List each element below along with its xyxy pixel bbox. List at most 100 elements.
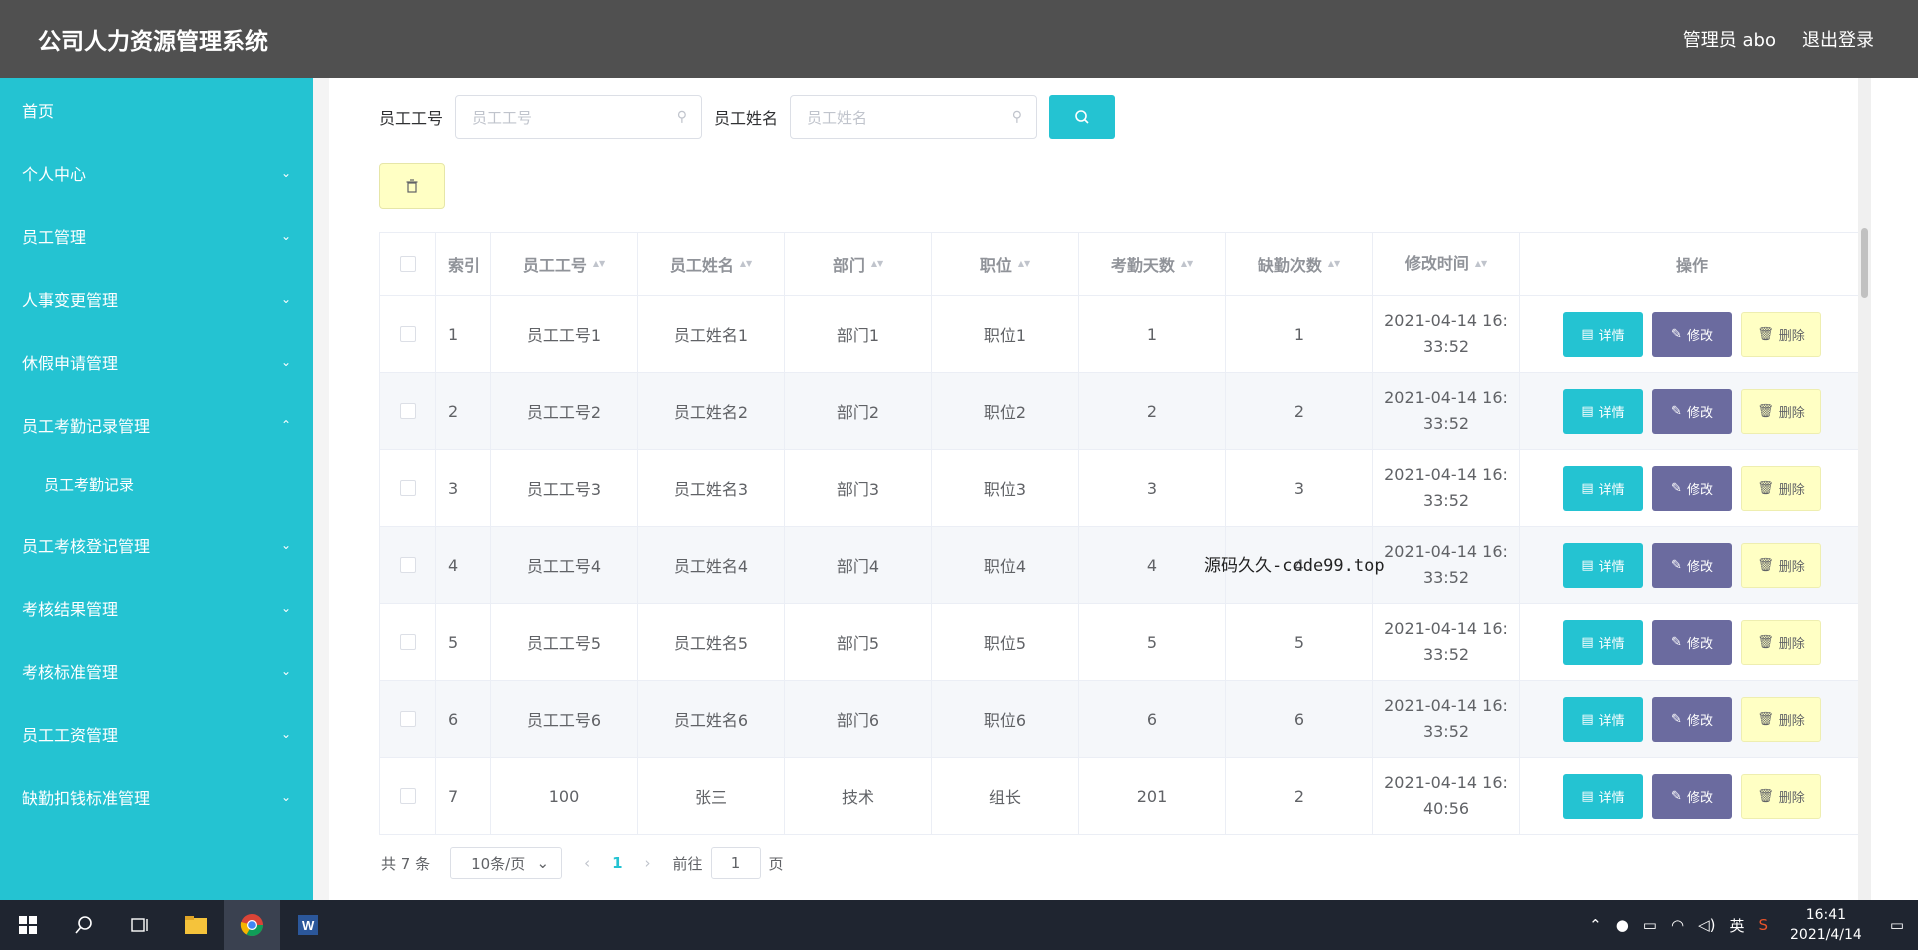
pencil-icon: ✎ <box>1671 557 1682 573</box>
detail-button[interactable]: ▤ 详情 <box>1563 773 1643 819</box>
sidebar-item-assessment-results[interactable]: 考核结果管理 ⌄ <box>0 576 313 639</box>
row-checkbox[interactable] <box>399 634 416 650</box>
pencil-icon: ✎ <box>1671 480 1682 496</box>
header-employee-name[interactable]: 员工姓名 ▲▼ <box>638 233 785 295</box>
sidebar-item-personnel-change[interactable]: 人事变更管理 ⌄ <box>0 267 313 330</box>
chevron-up-icon[interactable]: ⌃ <box>1589 916 1602 934</box>
sidebar-item-absence-deduction[interactable]: 缺勤扣钱标准管理 ⌄ <box>0 765 313 828</box>
edit-button[interactable]: ✎ 修改 <box>1652 311 1732 357</box>
row-checkbox[interactable] <box>399 480 416 496</box>
cell-position: 职位1 <box>932 296 1079 372</box>
scrollbar-thumb[interactable] <box>1861 228 1868 298</box>
next-page-icon[interactable]: › <box>645 854 651 872</box>
sidebar-item-personal-center[interactable]: 个人中心 ⌄ <box>0 141 313 204</box>
logout-link[interactable]: 退出登录 <box>1802 26 1874 52</box>
select-all-checkbox[interactable] <box>399 256 416 272</box>
volume-icon[interactable]: ◁) <box>1698 916 1715 934</box>
admin-user[interactable]: 管理员 abo <box>1683 26 1776 52</box>
sidebar-item-attendance-record[interactable]: 员工考勤记录 <box>0 456 313 513</box>
delete-button[interactable]: 🗑 删除 <box>1741 465 1821 511</box>
pencil-icon: ✎ <box>1671 326 1682 342</box>
sidebar-item-leave-application[interactable]: 休假申请管理 ⌄ <box>0 330 313 393</box>
detail-button[interactable]: ▤ 详情 <box>1563 311 1643 357</box>
detail-button[interactable]: ▤ 详情 <box>1563 619 1643 665</box>
sidebar-item-employee-management[interactable]: 员工管理 ⌄ <box>0 204 313 267</box>
page-size-select[interactable]: 10条/页 ⌄ <box>450 847 563 879</box>
file-explorer-icon[interactable] <box>168 900 224 950</box>
delete-button[interactable]: 🗑 删除 <box>1741 619 1821 665</box>
chevron-down-icon: ⌄ <box>280 726 291 741</box>
sort-icon[interactable]: ▲▼ <box>1018 260 1030 268</box>
employee-id-input[interactable]: 员工工号 ⚲ <box>455 95 703 139</box>
header-employee-id[interactable]: 员工工号 ▲▼ <box>491 233 638 295</box>
header-absence-count[interactable]: 缺勤次数 ▲▼ <box>1226 233 1373 295</box>
delete-button[interactable]: 🗑 删除 <box>1741 388 1821 434</box>
chevron-down-icon: ⌄ <box>280 165 291 180</box>
sidebar-item-attendance-management[interactable]: 员工考勤记录管理 ⌃ <box>0 393 313 456</box>
employee-name-label: 员工姓名 <box>714 109 779 128</box>
cell-actions: ▤ 详情 ✎ 修改 🗑 删除 <box>1520 604 1864 680</box>
delete-button[interactable]: 🗑 删除 <box>1741 311 1821 357</box>
edit-button[interactable]: ✎ 修改 <box>1652 696 1732 742</box>
battery-icon[interactable]: ▭ <box>1643 916 1657 934</box>
sort-icon[interactable]: ▲▼ <box>1475 260 1487 268</box>
detail-button[interactable]: ▤ 详情 <box>1563 696 1643 742</box>
row-checkbox[interactable] <box>399 326 416 342</box>
search-icon[interactable] <box>56 900 112 950</box>
prev-page-icon[interactable]: ‹ <box>584 854 590 872</box>
cell-department: 部门3 <box>785 450 932 526</box>
vertical-scrollbar[interactable] <box>1858 78 1871 900</box>
edit-button[interactable]: ✎ 修改 <box>1652 465 1732 511</box>
qq-icon[interactable]: ● <box>1616 916 1629 934</box>
wifi-icon[interactable]: ◠ <box>1671 916 1684 934</box>
header-position[interactable]: 职位 ▲▼ <box>932 233 1079 295</box>
cell-department: 部门4 <box>785 527 932 603</box>
sidebar-item-assessment-registration[interactable]: 员工考核登记管理 ⌄ <box>0 513 313 576</box>
row-checkbox[interactable] <box>399 557 416 573</box>
pencil-icon: ✎ <box>1671 403 1682 419</box>
goto-page-input[interactable]: 1 <box>710 847 761 879</box>
sort-icon[interactable]: ▲▼ <box>1328 260 1340 268</box>
batch-delete-button[interactable] <box>379 163 445 209</box>
edit-button[interactable]: ✎ 修改 <box>1652 619 1732 665</box>
employee-name-input[interactable]: 员工姓名 ⚲ <box>790 95 1038 139</box>
header-department[interactable]: 部门 ▲▼ <box>785 233 932 295</box>
sidebar-item-salary-management[interactable]: 员工工资管理 ⌄ <box>0 702 313 765</box>
page-number-current[interactable]: 1 <box>612 854 622 872</box>
header-modified-time[interactable]: 修改时间 ▲▼ <box>1373 233 1520 295</box>
sort-icon[interactable]: ▲▼ <box>871 260 883 268</box>
task-view-icon[interactable] <box>112 900 168 950</box>
edit-button[interactable]: ✎ 修改 <box>1652 388 1732 434</box>
table-row: 3 员工工号3 员工姓名3 部门3 职位3 3 3 2021-04-14 16: 33:52 ▤ 详… <box>380 449 1864 526</box>
cell-attendance-days: 5 <box>1079 604 1226 680</box>
edit-button[interactable]: ✎ 修改 <box>1652 773 1732 819</box>
detail-button[interactable]: ▤ 详情 <box>1563 542 1643 588</box>
windows-start-icon[interactable] <box>0 900 56 950</box>
header-attendance-days[interactable]: 考勤天数 ▲▼ <box>1079 233 1226 295</box>
sidebar-item-assessment-standards[interactable]: 考核标准管理 ⌄ <box>0 639 313 702</box>
notification-icon[interactable]: ▭ <box>1890 916 1904 934</box>
detail-button[interactable]: ▤ 详情 <box>1563 388 1643 434</box>
sort-icon[interactable]: ▲▼ <box>593 260 605 268</box>
ime-indicator[interactable]: 英 <box>1729 915 1744 936</box>
cell-position: 职位3 <box>932 450 1079 526</box>
sidebar-item-home[interactable]: 首页 <box>0 78 313 141</box>
cell-attendance-days: 3 <box>1079 450 1226 526</box>
clock[interactable]: 16:41 2021/4/14 <box>1790 905 1862 945</box>
detail-button[interactable]: ▤ 详情 <box>1563 465 1643 511</box>
row-checkbox[interactable] <box>399 711 416 727</box>
app-tray-icon[interactable]: S <box>1758 916 1768 934</box>
delete-button[interactable]: 🗑 删除 <box>1741 542 1821 588</box>
delete-button[interactable]: 🗑 删除 <box>1741 773 1821 819</box>
chrome-icon[interactable] <box>224 900 280 950</box>
row-checkbox[interactable] <box>399 403 416 419</box>
cell-position: 职位4 <box>932 527 1079 603</box>
row-checkbox[interactable] <box>399 788 416 804</box>
system-tray: ⌃ ● ▭ ◠ ◁) 英 S 16:41 2021/4/14 ▭ <box>1589 900 1904 950</box>
word-icon[interactable]: W <box>280 900 336 950</box>
sort-icon[interactable]: ▲▼ <box>1181 260 1193 268</box>
sort-icon[interactable]: ▲▼ <box>740 260 752 268</box>
delete-button[interactable]: 🗑 删除 <box>1741 696 1821 742</box>
edit-button[interactable]: ✎ 修改 <box>1652 542 1732 588</box>
search-button[interactable] <box>1049 95 1116 139</box>
